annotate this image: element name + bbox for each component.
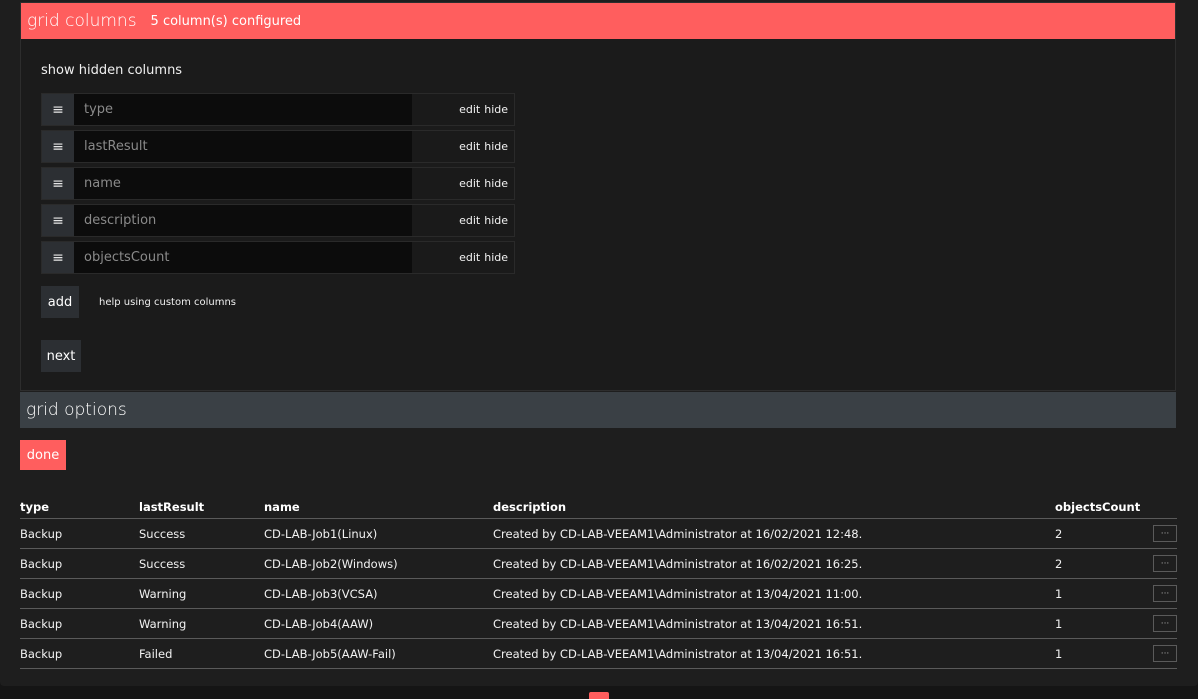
next-button[interactable]: next (41, 340, 81, 372)
cell-lastresult: Success (139, 526, 186, 541)
grid-columns-panel: grid columns 5 column(s) configured show… (20, 2, 1176, 391)
row-more-button[interactable]: ··· (1153, 525, 1177, 542)
drag-handle-icon[interactable]: ≡ (42, 242, 74, 273)
cell-name: CD-LAB-Job3(VCSA) (264, 586, 378, 601)
bottom-tab-icon[interactable] (589, 692, 609, 699)
cell-objectscount: 1 (1055, 586, 1063, 601)
cell-type: Backup (20, 646, 63, 661)
show-hidden-columns-link[interactable]: show hidden columns (41, 63, 182, 78)
column-row-name: ≡ edit hide (41, 167, 515, 200)
hide-column-link[interactable]: hide (484, 177, 508, 190)
cell-description: Created by CD-LAB-VEEAM1\Administrator a… (493, 616, 863, 631)
hide-column-link[interactable]: hide (484, 251, 508, 264)
cell-name: CD-LAB-Job4(AAW) (264, 616, 374, 631)
table-row: Backup Warning CD-LAB-Job3(VCSA) Created… (20, 579, 1177, 609)
header-lastresult[interactable]: lastResult (139, 500, 264, 514)
column-name-input[interactable] (74, 242, 412, 273)
table-row: Backup Success CD-LAB-Job1(Linux) Create… (20, 519, 1177, 549)
cell-objectscount: 2 (1055, 556, 1063, 571)
row-more-button[interactable]: ··· (1153, 555, 1177, 572)
edit-column-link[interactable]: edit (459, 140, 480, 153)
hide-column-link[interactable]: hide (484, 140, 508, 153)
edit-column-link[interactable]: edit (459, 177, 480, 190)
edit-column-link[interactable]: edit (459, 103, 480, 116)
table-row: Backup Success CD-LAB-Job2(Windows) Crea… (20, 549, 1177, 579)
cell-lastresult: Success (139, 556, 186, 571)
column-row-objectscount: ≡ edit hide (41, 241, 515, 274)
done-button[interactable]: done (20, 440, 66, 470)
header-name[interactable]: name (264, 500, 493, 514)
edit-column-link[interactable]: edit (459, 251, 480, 264)
drag-handle-icon[interactable]: ≡ (42, 131, 74, 162)
column-name-input[interactable] (74, 205, 412, 236)
row-more-button[interactable]: ··· (1153, 645, 1177, 662)
add-column-button[interactable]: add (41, 286, 79, 318)
cell-type: Backup (20, 556, 63, 571)
header-type[interactable]: type (20, 500, 139, 514)
cell-name: CD-LAB-Job1(Linux) (264, 526, 378, 541)
row-more-button[interactable]: ··· (1153, 615, 1177, 632)
app-container: grid columns 5 column(s) configured show… (0, 0, 1198, 686)
cell-name: CD-LAB-Job2(Windows) (264, 556, 398, 571)
column-list: ≡ edit hide ≡ edit hide ≡ edit (41, 93, 515, 278)
edit-column-link[interactable]: edit (459, 214, 480, 227)
cell-description: Created by CD-LAB-VEEAM1\Administrator a… (493, 586, 863, 601)
hide-column-link[interactable]: hide (484, 214, 508, 227)
cell-lastresult: Warning (139, 616, 187, 631)
table-row: Backup Failed CD-LAB-Job5(AAW-Fail) Crea… (20, 639, 1177, 669)
grid-columns-header: grid columns 5 column(s) configured (21, 3, 1175, 39)
hide-column-link[interactable]: hide (484, 103, 508, 116)
column-row-lastresult: ≡ edit hide (41, 130, 515, 163)
column-row-type: ≡ edit hide (41, 93, 515, 126)
cell-objectscount: 2 (1055, 526, 1063, 541)
table-row: Backup Warning CD-LAB-Job4(AAW) Created … (20, 609, 1177, 639)
cell-description: Created by CD-LAB-VEEAM1\Administrator a… (493, 556, 863, 571)
grid-options-title: grid options (26, 400, 127, 420)
help-custom-columns-link[interactable]: help using custom columns (99, 297, 236, 308)
column-name-input[interactable] (74, 131, 412, 162)
columns-configured-count: 5 column(s) configured (150, 13, 302, 29)
cell-type: Backup (20, 586, 63, 601)
header-objectscount[interactable]: objectsCount (1055, 500, 1155, 514)
cell-description: Created by CD-LAB-VEEAM1\Administrator a… (493, 646, 863, 661)
cell-objectscount: 1 (1055, 646, 1063, 661)
grid-columns-title: grid columns (27, 11, 137, 31)
drag-handle-icon[interactable]: ≡ (42, 205, 74, 236)
column-row-description: ≡ edit hide (41, 204, 515, 237)
grid-options-header[interactable]: grid options (20, 392, 1176, 428)
column-name-input[interactable] (74, 94, 412, 125)
cell-type: Backup (20, 616, 63, 631)
cell-type: Backup (20, 526, 63, 541)
jobs-grid: type lastResult name description objects… (20, 496, 1177, 669)
header-description[interactable]: description (493, 500, 1055, 514)
row-more-button[interactable]: ··· (1153, 585, 1177, 602)
drag-handle-icon[interactable]: ≡ (42, 94, 74, 125)
column-name-input[interactable] (74, 168, 412, 199)
cell-objectscount: 1 (1055, 616, 1063, 631)
drag-handle-icon[interactable]: ≡ (42, 168, 74, 199)
cell-description: Created by CD-LAB-VEEAM1\Administrator a… (493, 526, 863, 541)
cell-lastresult: Warning (139, 586, 187, 601)
cell-lastresult: Failed (139, 646, 173, 661)
cell-name: CD-LAB-Job5(AAW-Fail) (264, 646, 396, 661)
grid-header-row: type lastResult name description objects… (20, 496, 1177, 519)
